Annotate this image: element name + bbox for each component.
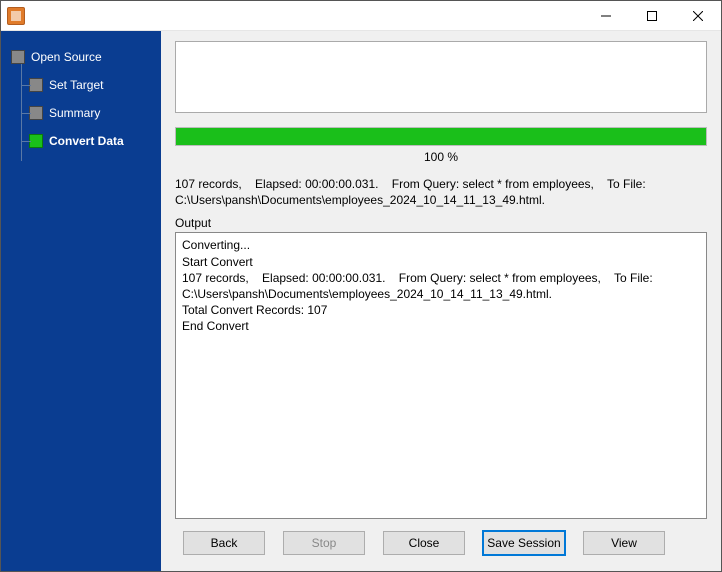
nav-label: Summary	[49, 106, 100, 120]
nav-label: Convert Data	[49, 134, 124, 148]
progress-fill	[176, 128, 706, 145]
maximize-button[interactable]	[629, 1, 675, 31]
nav-convert-data[interactable]: Convert Data	[1, 127, 161, 155]
main-panel: 100 % 107 records, Elapsed: 00:00:00.031…	[161, 31, 721, 571]
conversion-summary-text: 107 records, Elapsed: 00:00:00.031. From…	[175, 176, 707, 208]
app-icon	[7, 7, 25, 25]
nav-set-target[interactable]: Set Target	[1, 71, 161, 99]
view-button[interactable]: View	[583, 531, 665, 555]
title-bar	[1, 1, 721, 31]
progress-section: 100 %	[175, 127, 707, 164]
output-label: Output	[175, 216, 707, 230]
wizard-sidebar: Open Source Set Target Summary Convert D…	[1, 31, 161, 571]
save-session-button[interactable]: Save Session	[483, 531, 565, 555]
nav-step-icon	[29, 106, 43, 120]
nav-step-icon	[11, 50, 25, 64]
nav-step-icon	[29, 134, 43, 148]
close-button[interactable]: Close	[383, 531, 465, 555]
stop-button: Stop	[283, 531, 365, 555]
back-button[interactable]: Back	[183, 531, 265, 555]
nav-open-source[interactable]: Open Source	[1, 43, 161, 71]
output-log[interactable]	[175, 232, 707, 519]
output-section: Output	[175, 216, 707, 519]
minimize-button[interactable]	[583, 1, 629, 31]
nav-summary[interactable]: Summary	[1, 99, 161, 127]
header-panel	[175, 41, 707, 113]
button-row: Back Stop Close Save Session View	[175, 527, 707, 561]
nav-step-icon	[29, 78, 43, 92]
progress-bar	[175, 127, 707, 146]
progress-percent-label: 100 %	[175, 150, 707, 164]
nav-label: Set Target	[49, 78, 103, 92]
nav-label: Open Source	[31, 50, 102, 64]
close-window-button[interactable]	[675, 1, 721, 31]
